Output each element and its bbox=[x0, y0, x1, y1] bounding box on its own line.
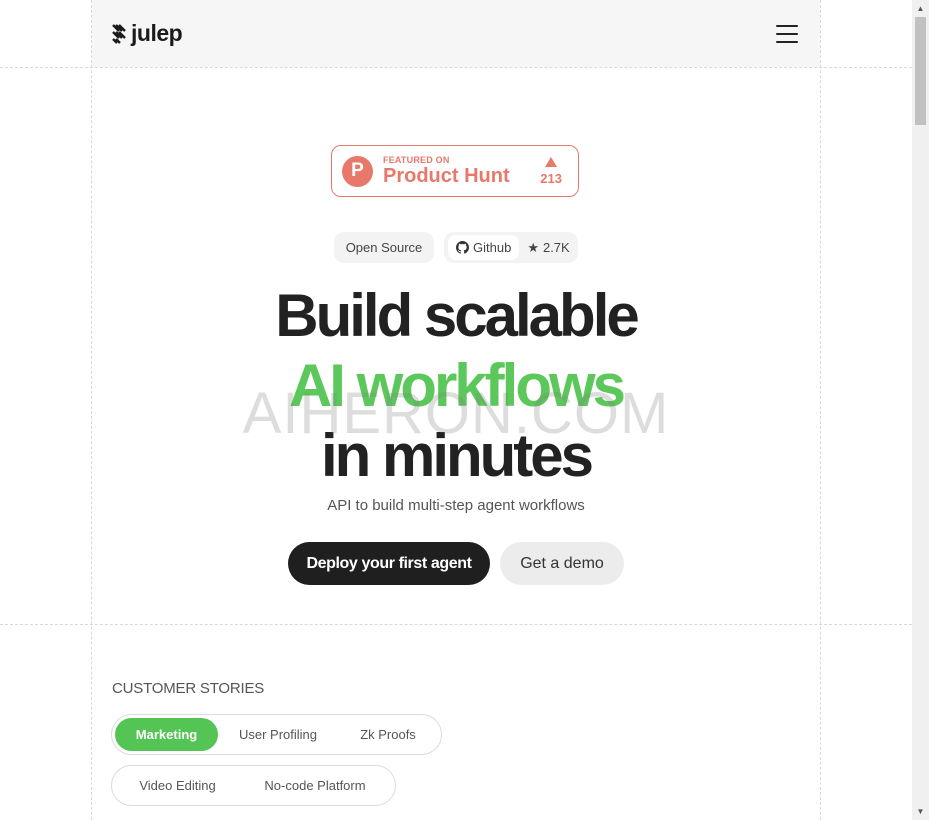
vote-count: 213 bbox=[540, 171, 562, 186]
julep-logo-icon bbox=[112, 23, 126, 44]
guide-line bbox=[0, 67, 912, 68]
get-demo-button[interactable]: Get a demo bbox=[500, 542, 624, 585]
customer-stories-tabs-row-1: Marketing User Profiling Zk Proofs bbox=[111, 714, 442, 755]
deploy-agent-button[interactable]: Deploy your first agent bbox=[288, 542, 490, 585]
tab-zk-proofs[interactable]: Zk Proofs bbox=[338, 718, 438, 751]
open-source-label: Open Source bbox=[345, 240, 423, 255]
tab-no-code-platform[interactable]: No-code Platform bbox=[240, 769, 390, 802]
product-hunt-logo-icon: P bbox=[342, 155, 373, 187]
site-header: julep bbox=[92, 0, 820, 67]
customer-stories-label: CUSTOMER STORIES bbox=[112, 680, 265, 697]
upvote-count: 213 bbox=[540, 157, 562, 186]
featured-on-label: FEATURED ON bbox=[383, 155, 450, 165]
scrollbar-thumb[interactable] bbox=[915, 17, 926, 125]
tab-marketing[interactable]: Marketing bbox=[115, 718, 218, 751]
hero-title-line-1: Build scalable bbox=[275, 282, 639, 349]
logo-text: julep bbox=[131, 20, 183, 46]
github-button[interactable]: Github bbox=[448, 235, 520, 260]
github-pill[interactable]: Github ★ 2.7K bbox=[444, 232, 578, 263]
hamburger-menu-icon[interactable] bbox=[776, 24, 798, 43]
hero-title-line-3: in minutes bbox=[320, 422, 594, 489]
scrollbar[interactable]: ▲ ▼ bbox=[912, 0, 929, 820]
open-source-pill[interactable]: Open Source bbox=[334, 232, 434, 263]
guide-line bbox=[0, 624, 912, 625]
github-icon bbox=[456, 241, 469, 254]
hero-title-line-2: AI workflows bbox=[288, 352, 626, 419]
github-stars-count: 2.7K bbox=[542, 240, 570, 255]
github-label: Github bbox=[473, 240, 512, 255]
hero-subtitle: API to build multi-step agent workflows bbox=[327, 497, 585, 514]
tab-video-editing[interactable]: Video Editing bbox=[115, 769, 240, 802]
tab-user-profiling[interactable]: User Profiling bbox=[218, 718, 338, 751]
scroll-down-arrow-icon[interactable]: ▼ bbox=[912, 803, 929, 820]
upvote-arrow-icon bbox=[545, 157, 558, 167]
customer-stories-tabs-row-2: Video Editing No-code Platform bbox=[111, 765, 396, 806]
logo[interactable]: julep bbox=[111, 20, 183, 47]
product-hunt-badge[interactable]: P FEATURED ON Product Hunt 213 bbox=[331, 145, 579, 197]
scroll-up-arrow-icon[interactable]: ▲ bbox=[912, 0, 929, 17]
star-icon: ★ bbox=[527, 239, 539, 255]
product-hunt-name: Product Hunt bbox=[383, 165, 510, 187]
